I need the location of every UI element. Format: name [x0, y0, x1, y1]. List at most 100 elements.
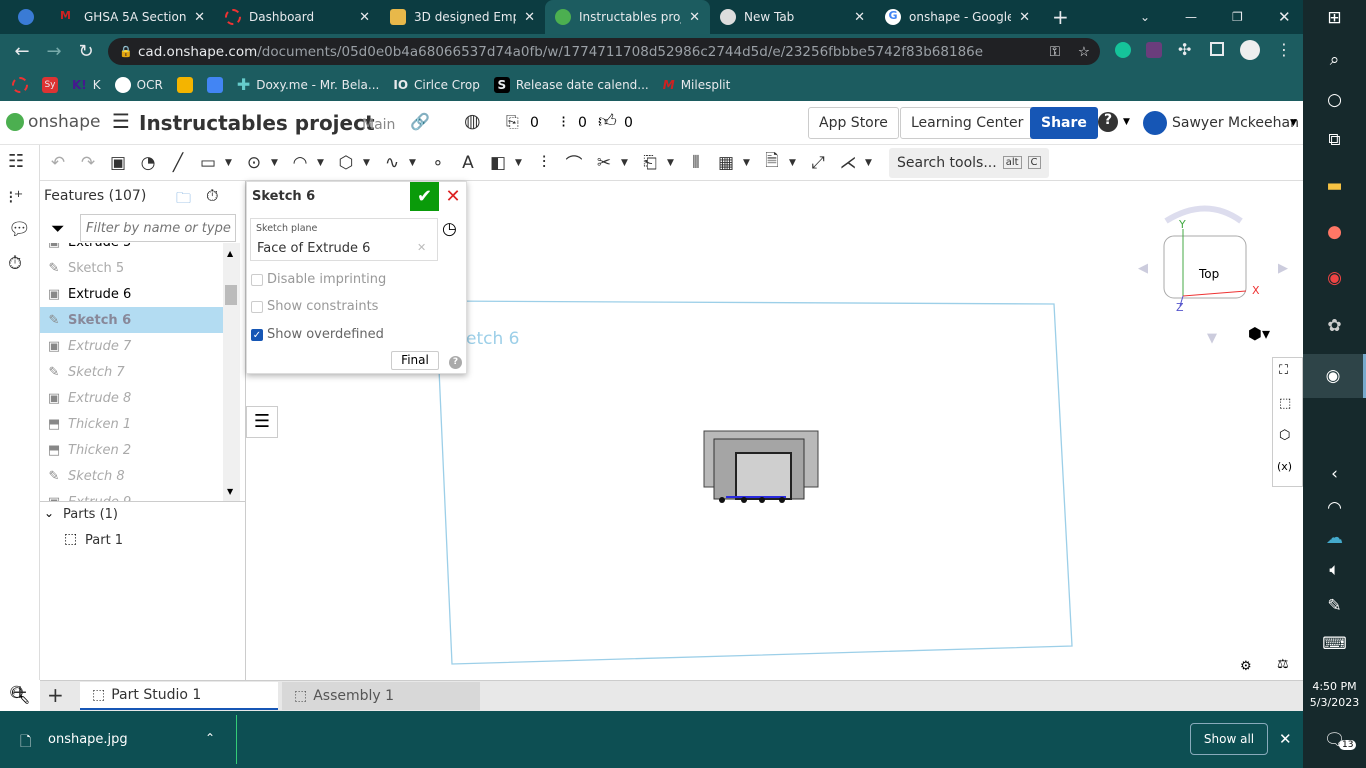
- cortana-icon[interactable]: ○: [1303, 90, 1366, 110]
- view-mode-icon[interactable]: ⚙: [1240, 659, 1252, 674]
- app-store-button[interactable]: App Store: [808, 107, 899, 139]
- feature-item[interactable]: ⬒ Thicken 2: [40, 437, 223, 463]
- feature-list-icon[interactable]: ☷: [8, 151, 24, 172]
- view-cube-menu-icon[interactable]: ⬢▾: [1248, 324, 1270, 343]
- parts-title[interactable]: Parts (1): [63, 507, 118, 522]
- trim-icon[interactable]: ✂: [591, 153, 617, 173]
- task-view-icon[interactable]: ⧉: [1303, 130, 1366, 150]
- browser-tab[interactable]: 3D designed Empir✕: [380, 0, 545, 34]
- tab-part-studio[interactable]: ⬚ Part Studio 1: [80, 682, 278, 710]
- share-button[interactable]: Share: [1030, 107, 1098, 139]
- text-icon[interactable]: A: [455, 153, 481, 173]
- clock-time[interactable]: 4:50 PM: [1303, 680, 1366, 693]
- feature-item[interactable]: ✎ Sketch 7: [40, 359, 223, 385]
- close-tab-icon[interactable]: ✕: [359, 10, 370, 25]
- rotate-down-arrow-icon[interactable]: ▼: [1207, 331, 1217, 346]
- chevron-down-icon[interactable]: ▼: [409, 158, 421, 168]
- final-button[interactable]: Final: [391, 351, 439, 370]
- tab-search-icon[interactable]: ⌄: [1130, 0, 1160, 34]
- back-icon[interactable]: ←: [6, 41, 38, 62]
- feature-item[interactable]: ▣ Extrude 7: [40, 333, 223, 359]
- browser-tab[interactable]: M GHSA 5A Sectional ✕: [50, 0, 215, 34]
- show-overdefined-checkbox[interactable]: ✓ Show overdefined: [251, 327, 384, 342]
- browser-tab[interactable]: New Tab ✕: [710, 0, 875, 34]
- wifi-icon[interactable]: ◠: [1303, 498, 1366, 518]
- variable-table-icon[interactable]: (x): [1277, 460, 1292, 473]
- feature-item[interactable]: ▣ Extrude 8: [40, 385, 223, 411]
- rectangle-icon[interactable]: ▭: [195, 153, 221, 173]
- key-icon[interactable]: ⚿: [1050, 44, 1060, 60]
- maximize-button[interactable]: ❐: [1222, 0, 1253, 34]
- circle-icon[interactable]: ⊙: [241, 153, 267, 173]
- add-tab-button[interactable]: +: [47, 683, 64, 707]
- measure-icon[interactable]: ⚖: [1277, 657, 1289, 672]
- search-tools-input[interactable]: Search tools... alt C: [889, 147, 1049, 178]
- spline-icon[interactable]: ∿: [379, 153, 405, 173]
- bookmark[interactable]: OCR: [114, 76, 163, 93]
- feature-item[interactable]: ✎ Sketch 5: [40, 255, 223, 281]
- user-avatar[interactable]: [1143, 111, 1167, 135]
- extension-icon[interactable]: [1146, 42, 1162, 58]
- globe-icon[interactable]: ◍: [464, 110, 481, 132]
- line-icon[interactable]: ╱: [165, 153, 191, 173]
- mirror-icon[interactable]: ⫴: [683, 153, 709, 173]
- dimension-icon[interactable]: ⋌: [835, 153, 861, 173]
- fillet-icon[interactable]: ⌒: [561, 150, 587, 175]
- rotate-left-arrow-icon[interactable]: ◀: [1138, 261, 1148, 276]
- close-window-button[interactable]: ✕: [1268, 0, 1301, 34]
- feature-item[interactable]: ▣Extrude 9: [40, 489, 223, 502]
- filter-icon[interactable]: ⏷: [51, 219, 65, 239]
- comments-icon[interactable]: 💬︎: [8, 219, 31, 240]
- search-magnifier-icon[interactable]: 🔍︎: [10, 686, 29, 704]
- app-icon[interactable]: ✿: [1303, 316, 1366, 336]
- help-icon[interactable]: ?: [449, 356, 462, 369]
- new-tab-button[interactable]: +: [1042, 0, 1079, 34]
- tab-assembly[interactable]: ⬚ Assembly 1: [282, 682, 480, 710]
- chrome-profile-icon[interactable]: ◉: [1303, 354, 1366, 398]
- feature-list-scrollbar[interactable]: ▲ ▼: [223, 243, 240, 501]
- show-all-button[interactable]: Show all: [1190, 723, 1268, 755]
- close-tab-icon[interactable]: ✕: [854, 10, 865, 25]
- download-file-name[interactable]: onshape.jpg: [48, 732, 128, 747]
- sketch-icon[interactable]: ▣: [105, 153, 131, 173]
- feature-item[interactable]: ▣ Extrude 6: [40, 281, 223, 307]
- browser-tab-active[interactable]: Instructables proje ✕: [545, 0, 710, 34]
- chevron-down-icon[interactable]: ▼: [363, 158, 375, 168]
- bookmark-star-icon[interactable]: ☆: [1078, 44, 1090, 60]
- undo-icon[interactable]: ↶: [45, 153, 71, 173]
- side-panel-icon[interactable]: [1210, 42, 1224, 56]
- insert-mate-icon[interactable]: ⁝⁺: [8, 187, 23, 208]
- appearance-icon[interactable]: ⛶: [1279, 363, 1288, 378]
- arc-icon[interactable]: ◠: [287, 153, 313, 173]
- part-item[interactable]: Part 1: [85, 533, 123, 548]
- point-icon[interactable]: ∘: [425, 153, 451, 173]
- onshape-logo[interactable]: onshape: [28, 112, 100, 132]
- show-constraints-checkbox[interactable]: Show constraints: [251, 299, 378, 314]
- clock-date[interactable]: 5/3/2023: [1303, 696, 1366, 709]
- document-title[interactable]: Instructables project: [139, 111, 375, 135]
- versions-icon[interactable]: ⎘: [506, 112, 519, 132]
- disable-imprinting-checkbox[interactable]: Disable imprinting: [251, 272, 386, 287]
- chevron-down-icon[interactable]: ▼: [271, 158, 283, 168]
- bookmark[interactable]: IO Cirlce Crop: [393, 78, 479, 92]
- bookmark[interactable]: Sy: [42, 76, 58, 93]
- chevron-down-icon[interactable]: ▼: [1123, 117, 1130, 127]
- onedrive-icon[interactable]: ☁: [1303, 528, 1366, 548]
- branches-icon[interactable]: ⁝: [561, 112, 566, 131]
- chevron-down-icon[interactable]: ▼: [515, 158, 527, 168]
- sketch-plane-field[interactable]: Sketch plane Face of Extrude 6 ✕: [250, 218, 438, 261]
- learning-center-button[interactable]: Learning Center: [900, 107, 1035, 139]
- close-tab-icon[interactable]: ✕: [194, 10, 205, 25]
- chevron-down-icon[interactable]: ▼: [667, 158, 679, 168]
- transform-icon[interactable]: ⤢: [805, 153, 831, 173]
- chevron-down-icon[interactable]: ▼: [743, 158, 755, 168]
- view-normal-icon[interactable]: ◔: [135, 153, 161, 173]
- browser-tab[interactable]: Dashboard ✕: [215, 0, 380, 34]
- close-tab-icon[interactable]: ✕: [1019, 10, 1030, 25]
- bookmark[interactable]: M Milesplit: [663, 78, 731, 92]
- polygon-icon[interactable]: ⬡: [333, 153, 359, 173]
- address-bar[interactable]: 🔒 cad.onshape.com/documents/05d0e0b4a680…: [108, 38, 1100, 65]
- sketch-list-toggle-icon[interactable]: ☰: [246, 406, 278, 438]
- feature-item[interactable]: ✎ Sketch 6: [40, 307, 223, 333]
- file-explorer-icon[interactable]: ▬: [1303, 176, 1366, 196]
